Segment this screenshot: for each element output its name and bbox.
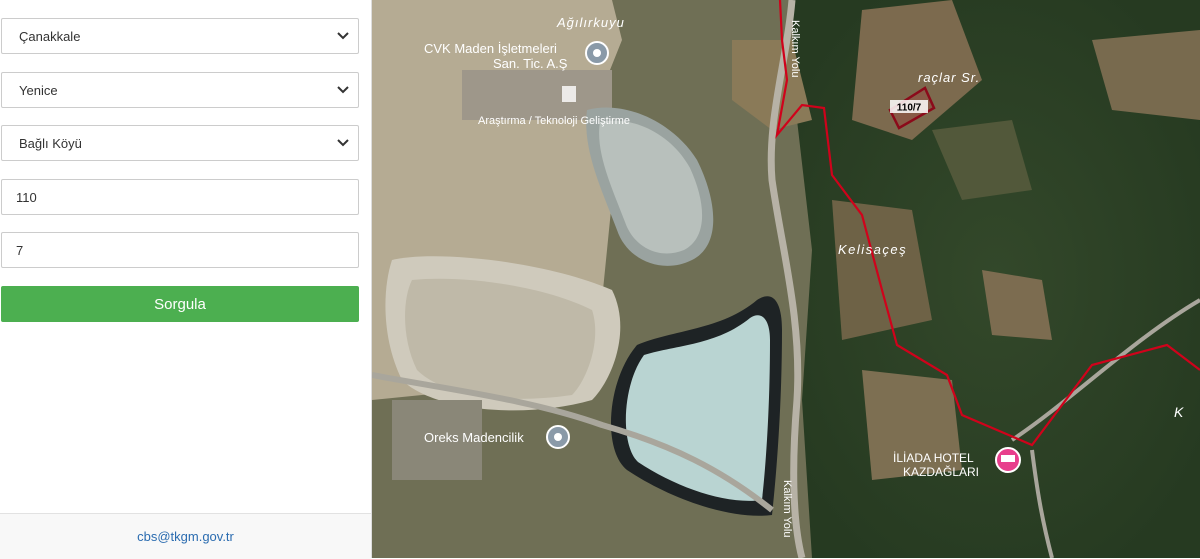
road-label-bottom: Kalkım Yolu <box>781 480 793 537</box>
parcel-no-value: 7 <box>16 242 24 258</box>
chevron-down-icon <box>334 81 352 99</box>
poi-cvk-name-line2: San. Tic. A.Ş <box>493 56 568 71</box>
poi-research-label: Araştırma / Teknoloji Geliştirme <box>478 115 630 127</box>
map-view[interactable]: 110/7 Ağılırkuyu CVK Maden İşletmeleri S… <box>372 0 1200 558</box>
parcel-label: 110/7 <box>897 103 922 114</box>
province-select-value: Çanakkale <box>19 28 81 44</box>
block-no-input[interactable]: 110 <box>1 179 359 215</box>
poi-cvk-name-line1: CVK Maden İşletmeleri <box>424 41 557 56</box>
building-icon <box>562 86 576 102</box>
parcel-no-input[interactable]: 7 <box>1 232 359 268</box>
satellite-map[interactable]: 110/7 Ağılırkuyu CVK Maden İşletmeleri S… <box>372 0 1200 558</box>
block-no-value: 110 <box>16 189 37 205</box>
contact-email-link[interactable]: cbs@tkgm.gov.tr <box>137 529 234 544</box>
poi-oreks-label: Oreks Madencilik <box>424 430 524 445</box>
chevron-down-icon <box>334 27 352 45</box>
location-pin-icon[interactable] <box>585 41 609 65</box>
hotel-name-line1: İLİADA HOTEL <box>893 451 974 465</box>
province-select[interactable]: Çanakkale <box>1 18 359 54</box>
village-label: Ağılırkuyu <box>556 15 625 30</box>
district-select-value: Yenice <box>19 82 58 98</box>
footer: cbs@tkgm.gov.tr <box>0 513 371 559</box>
neighborhood-select-value: Bağlı Köyü <box>19 135 82 151</box>
hotel-name-line2: KAZDAĞLARI <box>903 464 979 479</box>
query-sidebar: Çanakkale Yenice Bağlı Köyü 110 7 Sorgul… <box>0 0 372 559</box>
area-label-kelisaces: Kelisaçeş <box>838 242 907 257</box>
neighborhood-select[interactable]: Bağlı Köyü <box>1 125 359 161</box>
district-select[interactable]: Yenice <box>1 72 359 108</box>
area-label-edge: K <box>1174 404 1184 420</box>
road-label-top: Kalkım Yolu <box>789 20 801 77</box>
hotel-icon[interactable] <box>995 447 1021 473</box>
chevron-down-icon <box>334 134 352 152</box>
query-button[interactable]: Sorgula <box>1 286 359 322</box>
field-6 <box>982 270 1052 340</box>
area-label-aralar: raçlar Sr. <box>918 70 980 85</box>
location-pin-icon[interactable] <box>546 425 570 449</box>
